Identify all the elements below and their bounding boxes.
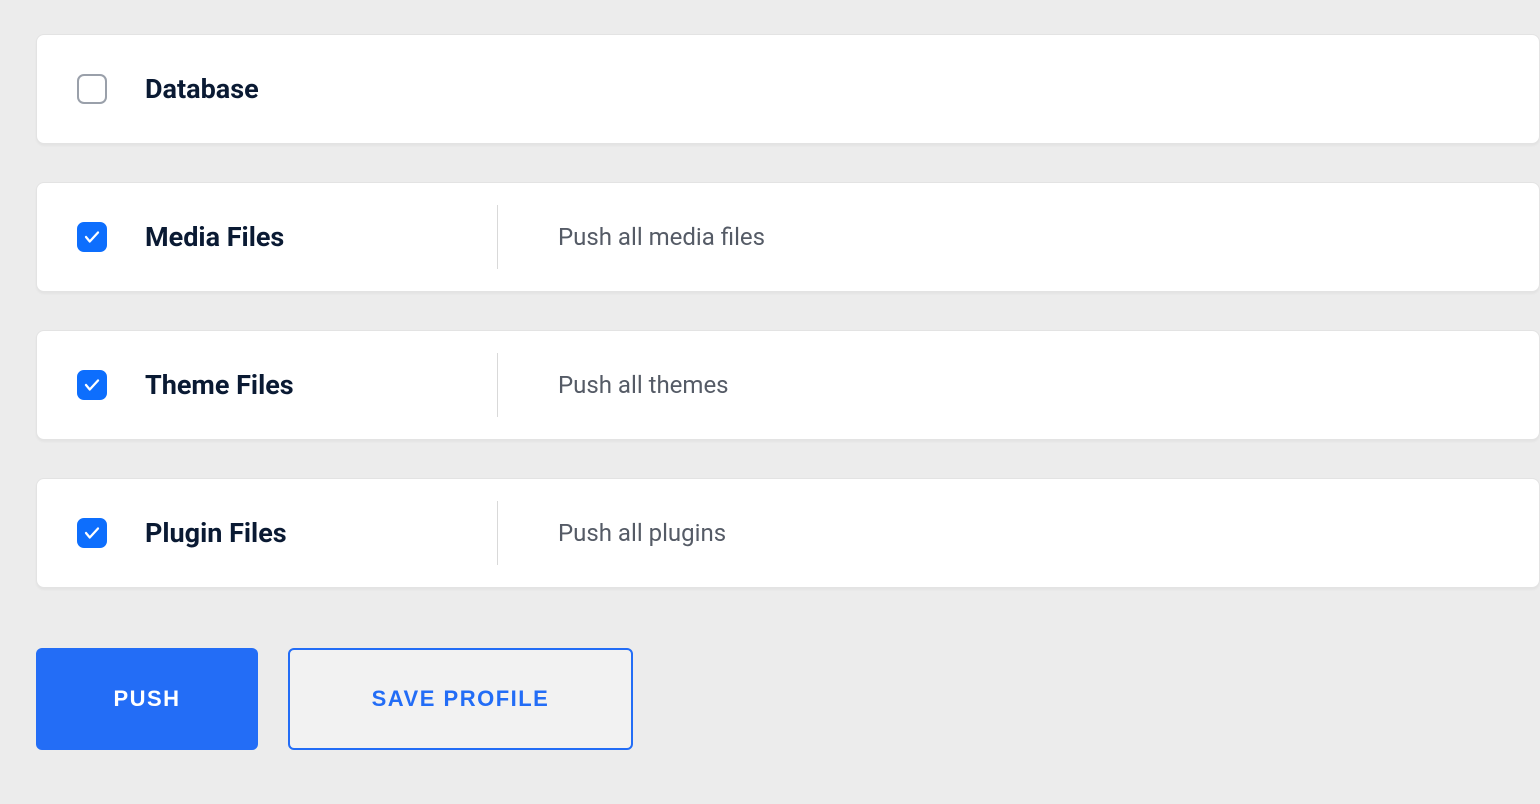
option-left: Database [77,73,497,105]
button-row: Push Save Profile [36,648,1540,750]
checkbox-theme-files[interactable] [77,370,107,400]
check-icon [83,524,101,542]
save-profile-button[interactable]: Save Profile [288,648,633,750]
option-left: Theme Files [77,369,497,401]
option-label: Plugin Files [145,517,287,549]
divider [497,205,498,269]
option-card-plugin-files: Plugin Files Push all plugins [36,478,1540,588]
divider [497,353,498,417]
divider [497,501,498,565]
checkbox-database[interactable] [77,74,107,104]
option-description: Push all themes [558,371,729,399]
option-label: Database [145,73,259,105]
check-icon [83,228,101,246]
option-card-media-files: Media Files Push all media files [36,182,1540,292]
check-icon [83,376,101,394]
push-button[interactable]: Push [36,648,258,750]
option-label: Theme Files [145,369,294,401]
option-description: Push all plugins [558,519,726,547]
checkbox-media-files[interactable] [77,222,107,252]
option-card-theme-files: Theme Files Push all themes [36,330,1540,440]
option-left: Media Files [77,221,497,253]
option-card-database: Database [36,34,1540,144]
option-description: Push all media files [558,223,765,251]
option-left: Plugin Files [77,517,497,549]
option-label: Media Files [145,221,284,253]
checkbox-plugin-files[interactable] [77,518,107,548]
